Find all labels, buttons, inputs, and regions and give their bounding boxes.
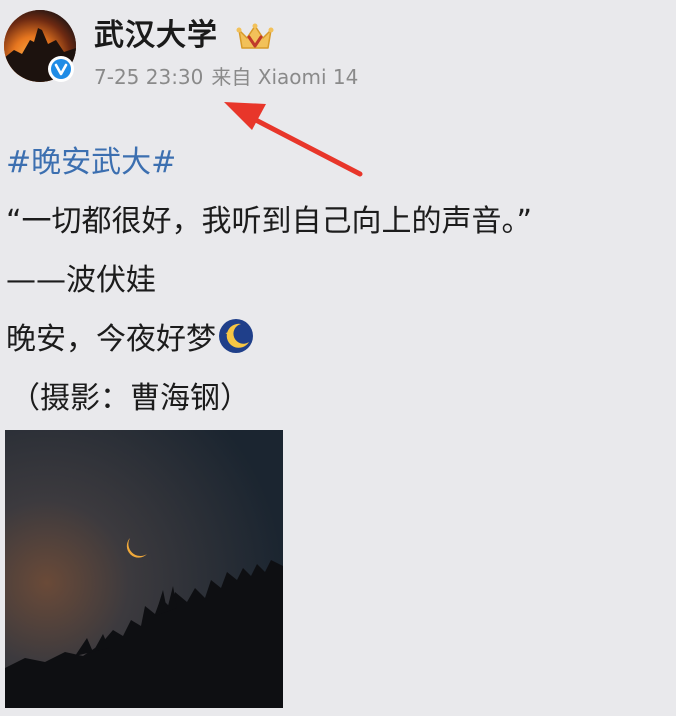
goodnight-line: 晚安，今夜好梦 xyxy=(6,310,670,369)
quote-text: “一切都很好，我听到自己向上的声音。” xyxy=(6,204,533,239)
moon-photo-image xyxy=(5,430,283,708)
post-timestamp: 7-25 23:30 xyxy=(94,65,204,89)
hashtag-link[interactable]: #晚安武大# xyxy=(6,145,176,180)
photo-credit-text: （摄影：曹海钢） xyxy=(10,381,250,416)
post-photo[interactable] xyxy=(5,430,283,708)
account-name[interactable]: 武汉大学 xyxy=(94,18,218,54)
goodnight-text: 晚安，今夜好梦 xyxy=(6,322,216,357)
verified-badge xyxy=(48,56,74,82)
verified-icon xyxy=(51,59,71,79)
weibo-post: 武汉大学 7-25 23:30 来自 Xiaomi 14 #晚安武大# “一切都很… xyxy=(0,0,676,716)
post-meta: 7-25 23:30 来自 Xiaomi 14 xyxy=(94,64,366,90)
crown-badge-icon[interactable] xyxy=(235,20,275,54)
moon-stars-emoji xyxy=(219,319,253,353)
post-body: #晚安武大# “一切都很好，我听到自己向上的声音。” ——波伏娃 晚安，今夜好梦… xyxy=(6,133,670,428)
attribution-text: ——波伏娃 xyxy=(6,263,156,298)
post-source: 来自 Xiaomi 14 xyxy=(211,65,359,89)
